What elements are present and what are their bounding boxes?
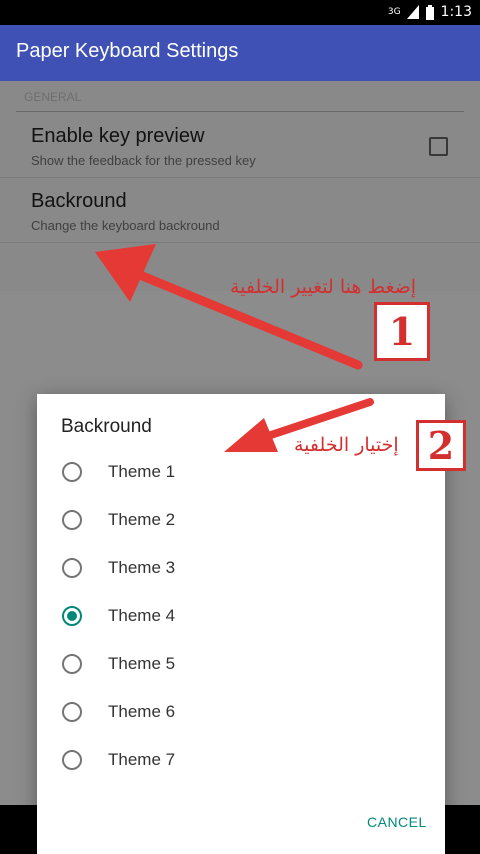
annotation-number-2: 2	[416, 420, 466, 471]
dialog-title: Backround	[61, 416, 152, 437]
option-label: Theme 2	[108, 510, 176, 529]
annotation-label-1: إضغط هنا لتغيير الخلفية	[230, 276, 417, 298]
option-label: Theme 1	[108, 462, 176, 481]
radio-button[interactable]	[62, 558, 82, 578]
battery-icon	[425, 4, 434, 20]
background-dialog: Backround Theme 1 Theme 2 Theme 3 Theme …	[37, 394, 445, 854]
annotation-number-1: 1	[374, 302, 430, 361]
cancel-button[interactable]: CANCEL	[367, 814, 427, 830]
radio-button[interactable]	[62, 654, 82, 674]
signal-icon	[406, 5, 419, 19]
app-bar: Paper Keyboard Settings	[0, 25, 480, 81]
option-theme-6[interactable]: Theme 6	[37, 688, 445, 736]
status-bar: 3G 1:13	[0, 0, 480, 25]
option-label: Theme 5	[108, 654, 176, 673]
annotation-label-2: إختيار الخلفية	[294, 434, 399, 456]
radio-button[interactable]	[62, 750, 82, 770]
option-theme-2[interactable]: Theme 2	[37, 496, 445, 544]
option-theme-5[interactable]: Theme 5	[37, 640, 445, 688]
option-label: Theme 7	[108, 750, 176, 769]
option-label: Theme 4	[108, 606, 176, 625]
option-theme-7[interactable]: Theme 7	[37, 736, 445, 784]
clock: 1:13	[440, 4, 472, 20]
radio-button[interactable]	[62, 462, 82, 482]
option-label: Theme 3	[108, 558, 176, 577]
network-type: 3G	[387, 7, 401, 17]
option-label: Theme 6	[108, 702, 176, 721]
radio-button[interactable]	[62, 702, 82, 722]
option-theme-3[interactable]: Theme 3	[37, 544, 445, 592]
radio-button-selected[interactable]	[62, 606, 82, 626]
app-title: Paper Keyboard Settings	[16, 40, 239, 62]
radio-button[interactable]	[62, 510, 82, 530]
option-theme-4[interactable]: Theme 4	[37, 592, 445, 640]
status-icons: 3G 1:13	[388, 4, 472, 20]
